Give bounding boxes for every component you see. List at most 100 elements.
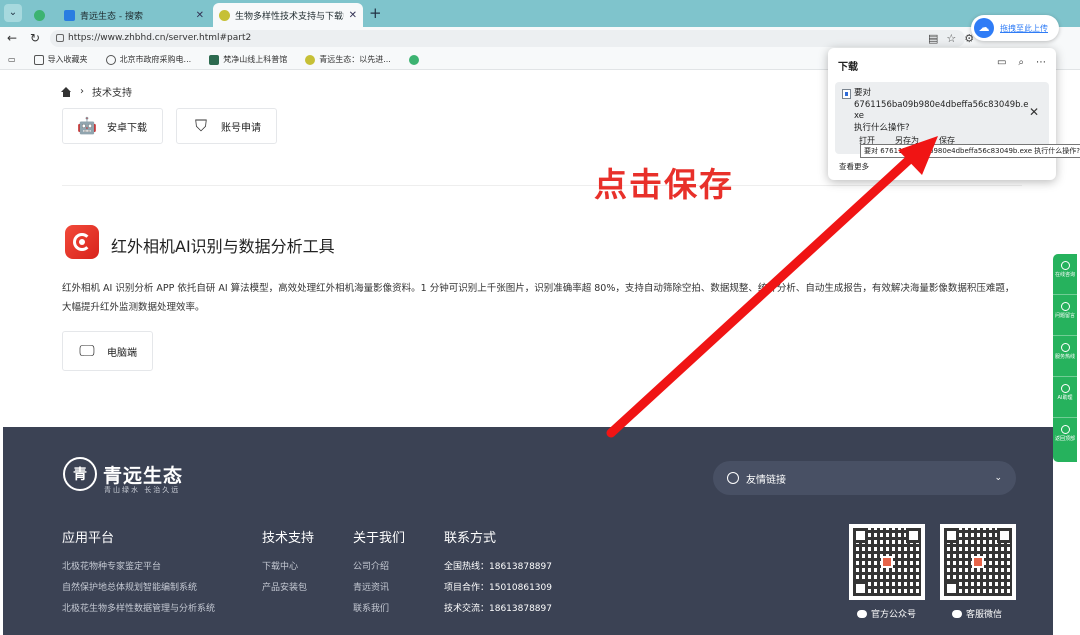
footer-link[interactable]: 联系我们	[353, 601, 405, 614]
footer-col-contact: 联系方式 全国热线：18613878897 项目合作：15010861309 技…	[444, 527, 552, 622]
close-tab-icon[interactable]: ✕	[196, 10, 204, 21]
contact-cooperation: 项目合作：15010861309	[444, 583, 552, 593]
qr-official-account	[849, 524, 925, 600]
bookmark-label: 梵净山线上科普馆	[223, 55, 288, 64]
account-apply-button[interactable]: ⛉ 账号申请	[176, 108, 277, 144]
side-label: 返回顶部	[1054, 436, 1075, 442]
tab-label: 生物多样性技术支持与下载中心	[235, 11, 344, 22]
search-icon[interactable]: ⌕	[1018, 57, 1024, 68]
contact-tech: 技术交流：18613878897	[444, 604, 552, 614]
site-icon	[408, 54, 419, 65]
tool-title: 红外相机AI识别与数据分析工具	[111, 237, 335, 256]
see-more-link[interactable]: 查看更多	[839, 161, 869, 172]
favorite-star-icon[interactable]: ☆	[946, 32, 956, 45]
pc-download-button[interactable]: 🖵 电脑端	[62, 331, 153, 371]
bookmark-item[interactable]: 青远生态：以先进...	[305, 54, 391, 65]
contact-hotline: 全国热线：18613878897	[444, 562, 552, 572]
side-online-consult[interactable]: 在线咨询	[1053, 254, 1077, 295]
android-download-button[interactable]: 🤖 安卓下载	[62, 108, 163, 144]
tab-favicon-icon	[34, 9, 45, 21]
lock-icon	[56, 34, 64, 42]
home-icon[interactable]	[61, 86, 72, 97]
url-text: https://www.zhbhd.cn/server.html#part2	[68, 33, 252, 43]
bookmark-item[interactable]: 梵净山线上科普馆	[209, 54, 287, 65]
address-bar-row: ← ↻ https://www.zhbhd.cn/server.html#par…	[0, 27, 1080, 50]
logo-seal-icon: 青	[63, 457, 97, 491]
footer-link[interactable]: 下载中心	[262, 559, 314, 572]
message-icon	[1060, 302, 1070, 311]
bookmark-item[interactable]: 导入收藏夹	[33, 54, 88, 65]
breadcrumb-chevron-icon: ›	[80, 86, 84, 97]
downloads-panel: 下载 ▭ ⌕ ⋯ 要对 6761156ba09b980e4dbeffa56c83…	[828, 48, 1056, 180]
globe-icon	[727, 472, 739, 484]
footer-col-title: 关于我们	[353, 531, 406, 546]
breadcrumb: › 技术支持	[61, 84, 132, 99]
back-icon[interactable]: ←	[7, 31, 17, 45]
open-folder-icon[interactable]: ▭	[997, 57, 1006, 68]
tool-description: 红外相机 AI 识别分析 APP 依托自研 AI 算法模型，高效处理红外相机海量…	[62, 283, 1015, 313]
more-options-icon[interactable]: ⋯	[1036, 57, 1046, 68]
footer-logo[interactable]: 青 青远生态 青山绿水 长治久远	[63, 457, 183, 494]
prompt-line: 要对	[854, 88, 872, 98]
bookmark-menu-icon[interactable]: ▭	[8, 55, 16, 64]
downloads-title: 下载	[838, 62, 858, 73]
side-hotline[interactable]: 服务热线	[1053, 336, 1077, 377]
footer-link[interactable]: 公司介绍	[353, 559, 405, 572]
bookmark-label: 青远生态：以先进...	[319, 55, 391, 64]
ai-icon	[1060, 384, 1070, 393]
breadcrumb-current[interactable]: 技术支持	[92, 84, 132, 99]
monitor-icon: 🖵	[79, 341, 95, 360]
download-filename: 6761156ba09b980e4dbeffa56c83049b.exe	[854, 99, 1029, 122]
bookmark-item[interactable]: 北京市政府采购电...	[105, 54, 192, 65]
download-tooltip: 要对 6761156ba09b980e4dbeffa56c83049b.exe …	[860, 144, 1080, 158]
qr-label-text: 官方公众号	[871, 610, 917, 620]
search-favicon-icon	[64, 9, 75, 21]
close-icon[interactable]: ✕	[1029, 105, 1039, 119]
tab-actions-menu-button[interactable]: ⌄	[4, 4, 22, 22]
footer-link[interactable]: 北极花生物多样性数据管理与分析系统	[62, 601, 215, 614]
footer-link[interactable]: 北极花物种专家鉴定平台	[62, 559, 215, 572]
cloud-upload-extension[interactable]: ☁ 拖拽至此上传	[971, 15, 1059, 41]
side-ai-assistant[interactable]: AI助理	[1053, 377, 1077, 418]
arrow-up-icon	[1060, 425, 1070, 434]
side-label: 服务热线	[1054, 354, 1075, 360]
exe-file-icon	[842, 89, 851, 99]
refresh-icon[interactable]: ↻	[30, 31, 40, 45]
side-back-to-top[interactable]: 返回顶部	[1053, 418, 1077, 459]
chevron-down-icon: ⌄	[994, 473, 1002, 483]
floating-side-toolbar: 在线咨询 问题留言 服务热线 AI助理 返回顶部	[1053, 254, 1077, 462]
camera-app-icon	[65, 225, 99, 259]
friend-links-select[interactable]: 友情链接 ⌄	[713, 461, 1016, 495]
pc-download-label: 电脑端	[107, 347, 137, 359]
reader-icon[interactable]: ▤	[928, 32, 938, 45]
side-message[interactable]: 问题留言	[1053, 295, 1077, 336]
globe-icon	[105, 54, 116, 65]
footer-link[interactable]: 青远资讯	[353, 580, 405, 593]
footer-link[interactable]: 产品安装包	[262, 580, 314, 593]
android-icon: 🤖	[77, 116, 97, 135]
wechat-icon	[952, 609, 962, 618]
new-tab-button[interactable]: +	[369, 4, 382, 22]
bookmark-label: 北京市政府采购电...	[119, 55, 192, 64]
qr-customer-service	[940, 524, 1016, 600]
bookmark-label: 导入收藏夹	[47, 55, 88, 64]
annotation-text: 点击保存	[594, 165, 734, 204]
tab-bar: ⌄ 青远生态 - 搜索 ✕ 生物多样性技术支持与下载中心 ✕ +	[0, 0, 1080, 27]
url-input[interactable]: https://www.zhbhd.cn/server.html#part2	[50, 30, 965, 47]
footer-link[interactable]: 自然保护地总体规划智能编制系统	[62, 580, 215, 593]
account-apply-label: 账号申请	[221, 122, 261, 134]
footer-col-about: 关于我们 公司介绍 青远资讯 联系我们	[353, 527, 405, 622]
tab-pinned[interactable]	[28, 3, 56, 27]
tab-current[interactable]: 生物多样性技术支持与下载中心 ✕	[213, 3, 363, 27]
site-icon	[209, 54, 220, 65]
address-bar-icons: ▤ ☆ ⚙	[928, 32, 974, 45]
cloud-icon: ☁	[974, 18, 994, 38]
bookmark-item[interactable]	[408, 54, 419, 65]
tab-search[interactable]: 青远生态 - 搜索 ✕	[58, 3, 210, 27]
footer-col-title: 技术支持	[262, 531, 315, 546]
tab-label: 青远生态 - 搜索	[80, 11, 143, 22]
side-label: AI助理	[1057, 395, 1073, 401]
footer-col-title: 联系方式	[444, 531, 497, 546]
footer-col-apps: 应用平台 北极花物种专家鉴定平台 自然保护地总体规划智能编制系统 北极花生物多样…	[62, 527, 215, 622]
close-tab-icon[interactable]: ✕	[349, 10, 357, 21]
